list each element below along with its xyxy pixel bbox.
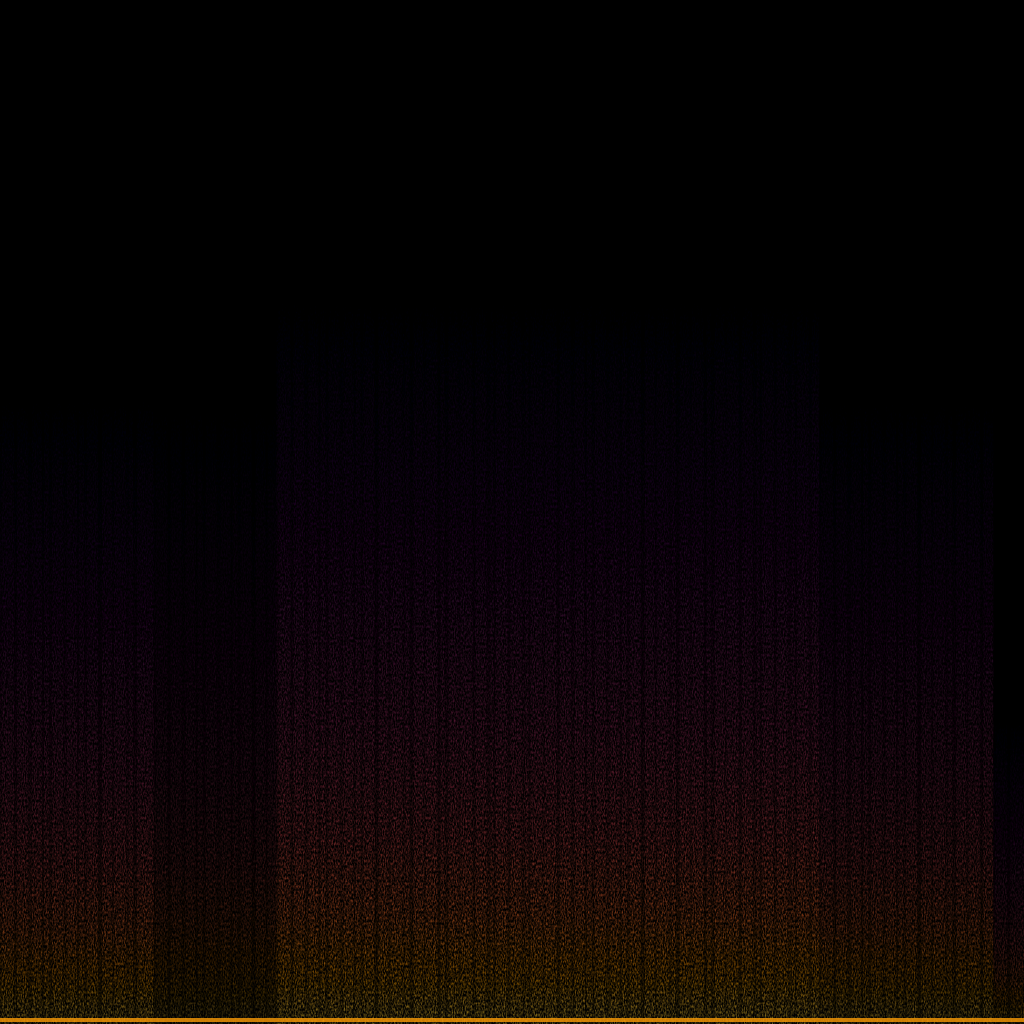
energy-segment bbox=[153, 358, 277, 1024]
striation bbox=[993, 716, 996, 1024]
striation bbox=[458, 276, 461, 1024]
striation bbox=[819, 378, 822, 1024]
striation bbox=[353, 276, 356, 1024]
striation bbox=[251, 378, 256, 1024]
striation bbox=[133, 378, 137, 1024]
striation bbox=[402, 276, 406, 1024]
striation bbox=[584, 276, 587, 1024]
striation bbox=[752, 276, 757, 1024]
striation bbox=[903, 378, 907, 1024]
striation bbox=[237, 378, 241, 1024]
striation bbox=[591, 276, 595, 1024]
striation bbox=[304, 276, 309, 1024]
striation bbox=[528, 276, 531, 1024]
striation bbox=[787, 276, 792, 1024]
striation bbox=[619, 276, 622, 1024]
striation bbox=[181, 378, 186, 1024]
striation bbox=[833, 378, 837, 1024]
striation bbox=[388, 276, 391, 1024]
striation bbox=[437, 276, 441, 1024]
striation bbox=[931, 378, 934, 1024]
striation bbox=[42, 378, 44, 1024]
striation bbox=[318, 276, 321, 1024]
striation bbox=[290, 276, 294, 1024]
spectrogram-image bbox=[0, 0, 1024, 1024]
striation bbox=[202, 378, 206, 1024]
energy-segment bbox=[542, 256, 820, 1024]
striation bbox=[794, 276, 797, 1024]
striation bbox=[230, 378, 233, 1024]
striation bbox=[640, 276, 645, 1024]
striation bbox=[153, 378, 156, 1024]
striation bbox=[689, 276, 692, 1024]
striation bbox=[374, 276, 379, 1024]
striation bbox=[724, 276, 727, 1024]
striation bbox=[126, 378, 129, 1024]
striation bbox=[1007, 716, 1011, 1024]
striation bbox=[917, 378, 922, 1024]
striation bbox=[167, 378, 171, 1024]
striation bbox=[84, 378, 87, 1024]
striation bbox=[556, 276, 560, 1024]
striation bbox=[444, 276, 449, 1024]
striation bbox=[654, 276, 657, 1024]
striation bbox=[0, 378, 2, 1024]
striation bbox=[472, 276, 476, 1024]
striation bbox=[276, 276, 279, 1024]
striation bbox=[605, 276, 610, 1024]
spectrogram-canvas bbox=[0, 0, 1024, 1024]
striation bbox=[195, 378, 198, 1024]
striation bbox=[882, 378, 887, 1024]
striation bbox=[265, 378, 268, 1024]
striation bbox=[847, 378, 852, 1024]
striation bbox=[98, 378, 102, 1024]
striation bbox=[28, 378, 32, 1024]
striation bbox=[868, 378, 872, 1024]
striation bbox=[759, 276, 762, 1024]
striation bbox=[507, 276, 511, 1024]
energy-segment bbox=[0, 358, 154, 1024]
striation bbox=[493, 276, 496, 1024]
striation bbox=[423, 276, 426, 1024]
striation bbox=[521, 276, 526, 1024]
striation bbox=[703, 276, 707, 1024]
striation bbox=[675, 276, 680, 1024]
striation bbox=[861, 378, 864, 1024]
striation bbox=[896, 378, 899, 1024]
striation bbox=[966, 378, 969, 1024]
striation bbox=[63, 378, 67, 1024]
striation bbox=[980, 378, 984, 1024]
striation bbox=[738, 276, 742, 1024]
striation bbox=[773, 276, 777, 1024]
striation bbox=[77, 378, 79, 1024]
striation bbox=[112, 378, 114, 1024]
striation bbox=[486, 276, 491, 1024]
striation bbox=[339, 276, 344, 1024]
striation bbox=[668, 276, 672, 1024]
striation bbox=[952, 378, 957, 1024]
striation bbox=[360, 276, 364, 1024]
striation bbox=[325, 276, 329, 1024]
striation bbox=[409, 276, 414, 1024]
striation bbox=[49, 378, 52, 1024]
striation bbox=[542, 276, 545, 1024]
striation bbox=[945, 378, 949, 1024]
striation bbox=[14, 378, 17, 1024]
striation bbox=[216, 378, 221, 1024]
striation bbox=[570, 276, 575, 1024]
striation bbox=[710, 276, 715, 1024]
striation bbox=[808, 276, 812, 1024]
low-frequency-band bbox=[0, 1018, 1024, 1022]
striation bbox=[626, 276, 630, 1024]
